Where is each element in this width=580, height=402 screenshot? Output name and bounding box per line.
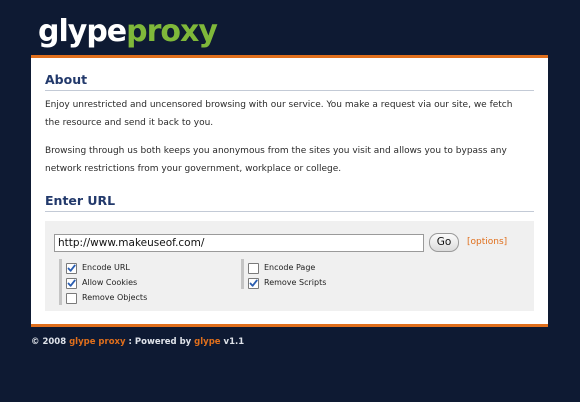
encode-page-checkbox[interactable] bbox=[248, 263, 259, 274]
about-paragraph-1: Enjoy unrestricted and uncensored browsi… bbox=[45, 100, 513, 128]
encode-page-label: Encode Page bbox=[264, 263, 316, 272]
allow-cookies-checkbox[interactable] bbox=[66, 278, 77, 289]
footer-glype-link[interactable]: glype bbox=[194, 337, 220, 347]
go-button[interactable]: Go bbox=[429, 233, 459, 252]
remove-objects-checkbox[interactable] bbox=[66, 293, 77, 304]
url-input[interactable] bbox=[54, 234, 424, 252]
footer-powered-by: : Powered by bbox=[125, 337, 195, 347]
encode-url-label: Encode URL bbox=[82, 263, 130, 272]
options-link-wrapper: [options] bbox=[467, 237, 507, 247]
enter-url-title: Enter URL bbox=[45, 193, 116, 208]
logo-proxy: proxy bbox=[126, 14, 218, 49]
options-link[interactable]: options bbox=[471, 237, 504, 247]
options-column-right: Encode Page Remove Scripts bbox=[241, 259, 404, 289]
about-title: About bbox=[45, 72, 88, 87]
checkmark-icon bbox=[249, 279, 258, 287]
enter-url-divider bbox=[45, 211, 534, 212]
remove-scripts-label: Remove Scripts bbox=[264, 278, 327, 287]
footer-brand-link[interactable]: glype proxy bbox=[69, 337, 126, 347]
allow-cookies-label: Allow Cookies bbox=[82, 278, 138, 287]
checkmark-icon bbox=[67, 264, 76, 272]
about-divider bbox=[45, 90, 534, 91]
footer: © 2008 glype proxy : Powered by glype v1… bbox=[31, 337, 244, 347]
footer-version: v1.1 bbox=[220, 337, 245, 347]
remove-scripts-checkbox[interactable] bbox=[248, 278, 259, 289]
about-paragraph-2: Browsing through us both keeps you anony… bbox=[45, 146, 507, 174]
encode-url-checkbox[interactable] bbox=[66, 263, 77, 274]
options-bracket-close: ] bbox=[503, 237, 508, 247]
main-panel: About Enjoy unrestricted and uncensored … bbox=[31, 55, 548, 327]
checkmark-icon bbox=[67, 279, 76, 287]
logo-glype: glype bbox=[38, 14, 127, 49]
url-form: Go [options] Encode URL Allow Cookies Re… bbox=[45, 221, 534, 311]
logo[interactable]: glypeproxy bbox=[38, 12, 218, 52]
footer-copyright: © 2008 bbox=[31, 337, 70, 347]
options-column-left: Encode URL Allow Cookies Remove Objects bbox=[59, 259, 222, 305]
remove-objects-label: Remove Objects bbox=[82, 293, 148, 302]
